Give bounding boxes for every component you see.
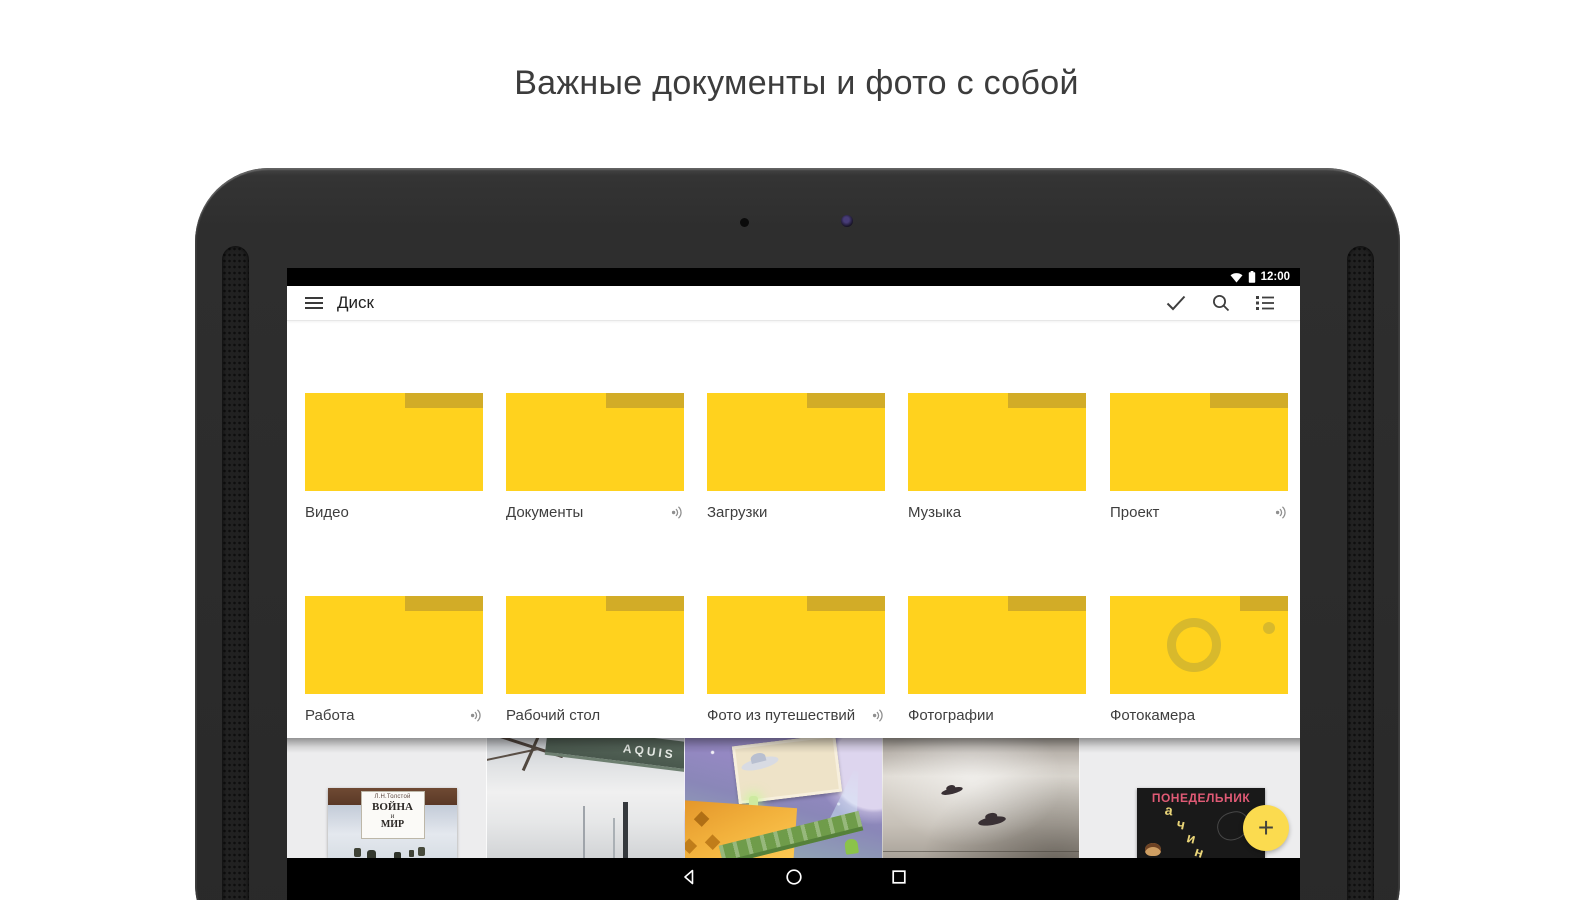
folder-photos[interactable]: Фотографии [908, 596, 1086, 724]
content-shadow [287, 738, 1300, 753]
folder-icon [1110, 393, 1288, 491]
pole [623, 802, 628, 858]
battery-icon [1248, 271, 1255, 283]
poster-face [1145, 843, 1161, 856]
nav-home-icon[interactable] [785, 868, 803, 886]
folder-icon [707, 596, 885, 694]
thumbnail-space-illustration[interactable] [684, 738, 882, 858]
book-cover: Л.Н.Толстой ВОЙНА и МИР [328, 788, 457, 858]
camera-lens-icon [1167, 618, 1221, 672]
light-sensor-dot [740, 218, 749, 227]
folder-label: Проект [1110, 504, 1160, 521]
status-bar: 12:00 [287, 268, 1300, 286]
thumbnail-ufo-photo[interactable] [882, 738, 1080, 858]
hamburger-menu-icon[interactable] [305, 296, 323, 310]
offline-available-icon [671, 506, 682, 519]
camera-flash-icon [1263, 622, 1275, 634]
folder-label: Загрузки [707, 504, 768, 521]
folder-icon [305, 596, 483, 694]
poster-title: ПОНЕДЕЛЬНИК [1151, 791, 1251, 805]
folder-icon [908, 393, 1086, 491]
offline-available-icon [470, 709, 481, 722]
page-title: Важные документы и фото с собой [514, 64, 1079, 102]
soldiers-illustration [354, 848, 361, 857]
list-view-icon[interactable] [1256, 295, 1274, 311]
nav-back-icon[interactable] [680, 868, 698, 886]
folder-desktop[interactable]: Рабочий стол [506, 596, 684, 724]
folder-label: Документы [506, 504, 584, 521]
android-nav-bar [287, 858, 1300, 900]
folder-camera[interactable]: Фотокамера [1110, 596, 1288, 724]
search-icon[interactable] [1212, 294, 1230, 312]
folder-downloads[interactable]: Загрузки [707, 393, 885, 521]
speaker-grille-left [222, 246, 249, 900]
folder-music[interactable]: Музыка [908, 393, 1086, 521]
folder-icon [506, 596, 684, 694]
offline-available-icon [872, 709, 883, 722]
folder-label: Работа [305, 707, 355, 724]
android-robot [844, 838, 859, 855]
mast [613, 818, 615, 858]
folder-video[interactable]: Видео [305, 393, 483, 521]
folder-label: Фотокамера [1110, 707, 1196, 724]
app-toolbar: Диск [287, 286, 1300, 321]
mast [583, 806, 585, 858]
select-check-icon[interactable] [1166, 295, 1186, 311]
thumbnail-sign-photo[interactable]: AQUIS [486, 738, 684, 858]
book-author: Л.Н.Толстой [374, 794, 411, 800]
flying-saucer [977, 814, 1007, 828]
offline-available-icon [1275, 506, 1286, 519]
thumbnail-book[interactable]: Л.Н.Толстой ВОЙНА и МИР [287, 738, 485, 858]
folder-label: Музыка [908, 504, 962, 521]
folder-label: Рабочий стол [506, 707, 601, 724]
front-camera [841, 215, 853, 227]
wire [883, 850, 1079, 852]
flying-saucer [940, 785, 964, 797]
add-fab-button[interactable]: + [1243, 805, 1289, 851]
tablet-device-frame: 12:00 Диск Видео Документы Загрузки Музы… [195, 168, 1400, 900]
folder-icon [1110, 596, 1288, 694]
folder-icon [506, 393, 684, 491]
photo-feed-strip: Л.Н.Толстой ВОЙНА и МИР AQUIS [287, 738, 1300, 858]
folder-project[interactable]: Проект [1110, 393, 1288, 521]
folder-icon [707, 393, 885, 491]
nav-recents-icon[interactable] [890, 868, 908, 886]
folder-work[interactable]: Работа [305, 596, 483, 724]
folder-icon [908, 596, 1086, 694]
folder-label: Фотографии [908, 707, 994, 724]
app-title: Диск [337, 293, 374, 312]
folder-icon [305, 393, 483, 491]
folder-label: Фото из путешествий [707, 707, 856, 724]
wifi-icon [1230, 272, 1243, 282]
speaker-grille-right [1347, 246, 1374, 900]
folder-label: Видео [305, 504, 349, 521]
status-clock: 12:00 [1260, 271, 1290, 283]
folder-travel-photos[interactable]: Фото из путешествий [707, 596, 885, 724]
folder-documents[interactable]: Документы [506, 393, 684, 521]
tablet-screen: 12:00 Диск Видео Документы Загрузки Музы… [287, 268, 1300, 900]
